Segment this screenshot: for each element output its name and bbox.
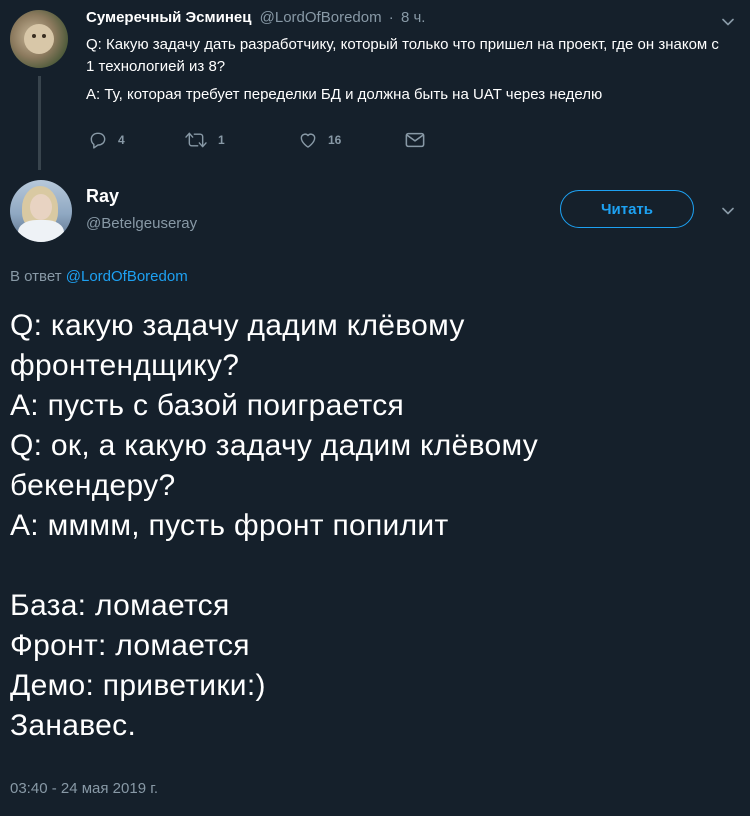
parent-avatar[interactable] xyxy=(10,10,68,68)
separator-dot: · xyxy=(388,9,394,26)
parent-header: Сумеречный Эсминец @LordOfBoredom · 8 ч. xyxy=(86,9,425,26)
tweet-text-line: Фронт: ломается xyxy=(10,629,250,662)
retweet-count: 1 xyxy=(218,133,225,147)
parent-author-name[interactable]: Сумеречный Эсминец xyxy=(86,9,251,26)
reply-prefix: В ответ xyxy=(10,268,62,285)
tweet-text-line: Демо: приветики:) xyxy=(10,669,266,702)
reply-icon xyxy=(90,132,106,149)
author-name[interactable]: Ray xyxy=(86,186,119,207)
direct-message-button[interactable] xyxy=(404,130,426,150)
parent-tweet-text: Q: Какую задачу дать разработчику, котор… xyxy=(86,34,726,110)
reply-to-link[interactable]: @LordOfBoredom xyxy=(66,268,188,285)
tweet-text-line: бекендеру? xyxy=(10,469,176,502)
parent-time[interactable]: 8 ч. xyxy=(401,9,426,26)
like-count: 16 xyxy=(328,133,342,147)
chevron-down-icon[interactable] xyxy=(722,16,734,28)
thread-line xyxy=(38,76,41,170)
author-avatar[interactable] xyxy=(10,180,72,242)
avatar-body xyxy=(18,220,64,242)
tweet-text-line: A: мммм, пусть фронт попилит xyxy=(10,509,449,542)
message-icon xyxy=(405,132,425,148)
avatar-eye xyxy=(32,34,36,38)
avatar-face xyxy=(24,24,54,54)
parent-text-line: Q: Какую задачу дать разработчику, котор… xyxy=(86,36,719,75)
avatar-face xyxy=(30,194,52,220)
tweet-text-line: A: пусть с базой поиграется xyxy=(10,389,405,422)
tweet-text-line: Занавес. xyxy=(10,709,137,742)
tweet-text-line: Q: какую задачу дадим клёвому xyxy=(10,309,465,342)
avatar-eye xyxy=(42,34,46,38)
like-button[interactable]: 16 xyxy=(298,130,341,150)
tweet-page: Сумеречный Эсминец @LordOfBoredom · 8 ч.… xyxy=(0,0,750,816)
retweet-icon xyxy=(185,132,207,148)
tweet-text: Q: какую задачу дадим клёвому фронтендщи… xyxy=(10,306,730,746)
parent-actions: 4 1 16 xyxy=(88,130,448,154)
parent-text-line: A: Ту, которая требует переделки БД и до… xyxy=(86,86,603,103)
reply-context: В ответ @LordOfBoredom xyxy=(10,268,188,285)
author-handle[interactable]: @Betelgeuseray xyxy=(86,215,197,232)
chevron-down-icon[interactable] xyxy=(722,205,734,217)
follow-button[interactable]: Читать xyxy=(560,190,694,228)
like-icon xyxy=(300,133,316,148)
tweet-text-line: фронтендщику? xyxy=(10,349,240,382)
tweet-text-blank-line xyxy=(10,546,730,586)
reply-button[interactable]: 4 xyxy=(88,130,125,150)
parent-author-handle[interactable]: @LordOfBoredom xyxy=(260,9,382,26)
tweet-timestamp[interactable]: 03:40 - 24 мая 2019 г. xyxy=(10,780,158,797)
parent-tweet[interactable]: Сумеречный Эсминец @LordOfBoredom · 8 ч.… xyxy=(0,0,750,170)
tweet-text-line: База: ломается xyxy=(10,589,230,622)
tweet-text-line: Q: ок, а какую задачу дадим клёвому xyxy=(10,429,539,462)
reply-count: 4 xyxy=(118,133,125,147)
retweet-button[interactable]: 1 xyxy=(184,130,225,150)
